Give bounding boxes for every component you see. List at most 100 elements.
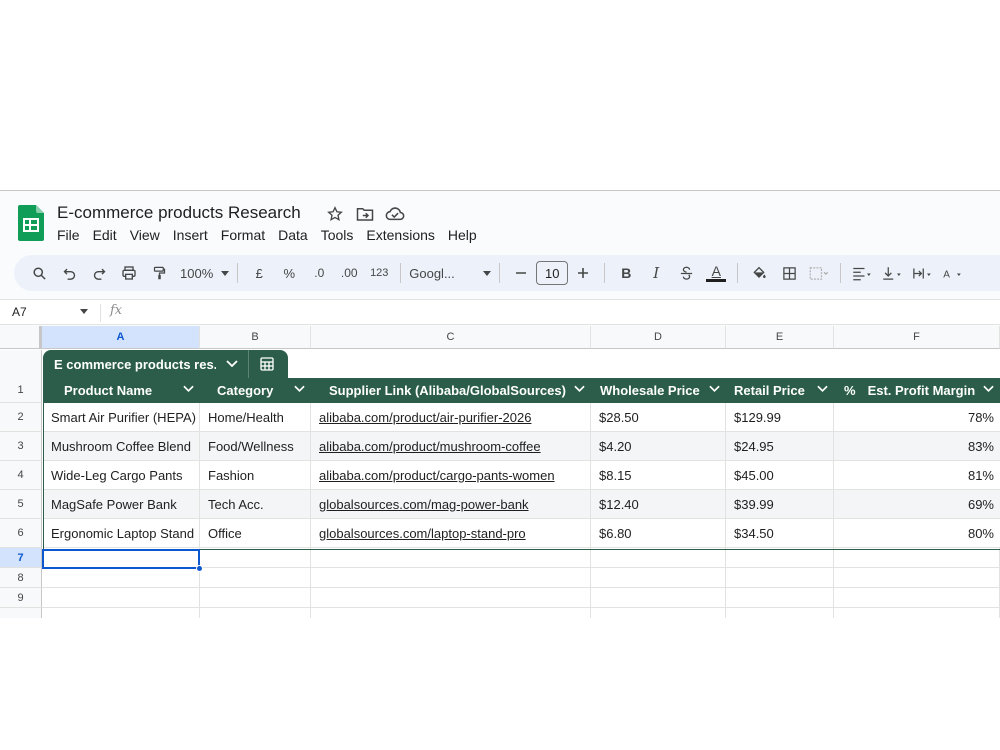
column-header-d[interactable]: D — [591, 326, 726, 349]
currency-format-button[interactable]: £ — [246, 259, 272, 287]
name-box[interactable]: A7 — [12, 305, 27, 319]
cell-product-name[interactable]: Smart Air Purifier (HEPA) — [43, 403, 200, 432]
formula-input[interactable] — [140, 305, 980, 321]
font-size-input[interactable]: 10 — [536, 261, 569, 285]
chevron-down-icon[interactable] — [226, 360, 238, 368]
cell-profit-margin[interactable]: 69% — [834, 490, 1000, 519]
cell-supplier-link[interactable]: globalsources.com/mag-power-bank — [311, 490, 591, 519]
menu-extensions[interactable]: Extensions — [366, 227, 441, 243]
row-header-9[interactable]: 9 — [0, 588, 42, 608]
row-header-5[interactable]: 5 — [0, 490, 42, 519]
row-header-6[interactable]: 6 — [0, 519, 42, 548]
empty-cell[interactable] — [834, 548, 1000, 568]
increase-decimal-button[interactable]: .00 — [336, 259, 362, 287]
fill-color-icon[interactable] — [746, 259, 772, 287]
text-wrapping-icon[interactable] — [909, 259, 935, 287]
empty-cell[interactable] — [726, 588, 834, 608]
cell-supplier-link[interactable]: alibaba.com/product/cargo-pants-women — [311, 461, 591, 490]
chevron-down-icon[interactable] — [574, 385, 585, 393]
search-menus-icon[interactable] — [26, 259, 52, 287]
select-all-corner[interactable] — [0, 326, 42, 349]
cell-product-name[interactable]: Mushroom Coffee Blend — [43, 432, 200, 461]
cell-profit-margin[interactable]: 80% — [834, 519, 1000, 548]
cell-product-name[interactable]: MagSafe Power Bank — [43, 490, 200, 519]
cell-wholesale-price[interactable]: $4.20 — [591, 432, 726, 461]
header-product-name[interactable]: Product Name — [43, 378, 200, 403]
cell-retail-price[interactable]: $39.99 — [726, 490, 834, 519]
chevron-down-icon[interactable] — [983, 385, 994, 393]
bold-button[interactable]: B — [613, 259, 639, 287]
vertical-align-icon[interactable] — [879, 259, 905, 287]
menu-file[interactable]: File — [57, 227, 87, 243]
chevron-down-icon[interactable] — [80, 309, 88, 314]
row-header-7[interactable]: 7 — [0, 548, 42, 568]
merge-cells-icon[interactable] — [806, 259, 832, 287]
row-header-3[interactable]: 3 — [0, 432, 42, 461]
cell-category[interactable]: Tech Acc. — [200, 490, 311, 519]
empty-cell[interactable] — [726, 548, 834, 568]
font-family-select[interactable]: Googl... — [409, 259, 492, 287]
header-est-profit-margin[interactable]: % Est. Profit Margin — [834, 378, 1000, 403]
empty-cell[interactable] — [834, 568, 1000, 588]
star-icon[interactable] — [325, 204, 345, 224]
empty-cell[interactable] — [726, 568, 834, 588]
cell-category[interactable]: Home/Health — [200, 403, 311, 432]
row-header-8[interactable]: 8 — [0, 568, 42, 588]
empty-cell[interactable] — [591, 548, 726, 568]
zoom-select[interactable]: 100% — [180, 259, 230, 287]
empty-cell[interactable] — [42, 588, 200, 608]
chevron-down-icon[interactable] — [817, 385, 828, 393]
cell-wholesale-price[interactable]: $8.15 — [591, 461, 726, 490]
strikethrough-icon[interactable] — [673, 259, 699, 287]
empty-cell[interactable] — [591, 588, 726, 608]
column-header-b[interactable]: B — [200, 326, 311, 349]
cell-retail-price[interactable]: $24.95 — [726, 432, 834, 461]
active-cell-selection[interactable] — [42, 549, 200, 569]
undo-icon[interactable] — [56, 259, 82, 287]
chevron-down-icon[interactable] — [709, 385, 720, 393]
fill-handle[interactable] — [196, 565, 203, 572]
empty-cell[interactable] — [311, 548, 591, 568]
move-folder-icon[interactable] — [355, 204, 375, 224]
horizontal-align-icon[interactable] — [849, 259, 875, 287]
cell-category[interactable]: Fashion — [200, 461, 311, 490]
cell-supplier-link[interactable]: alibaba.com/product/air-purifier-2026 — [311, 403, 591, 432]
empty-cell[interactable] — [200, 548, 311, 568]
cell-supplier-link[interactable]: alibaba.com/product/mushroom-coffee — [311, 432, 591, 461]
cell-product-name[interactable]: Wide-Leg Cargo Pants — [43, 461, 200, 490]
menu-view[interactable]: View — [130, 227, 167, 243]
column-header-a[interactable]: A — [42, 326, 200, 349]
empty-cell[interactable] — [200, 568, 311, 588]
decrease-font-size-icon[interactable] — [508, 259, 534, 287]
menu-data[interactable]: Data — [278, 227, 315, 243]
document-title[interactable]: E-commerce products Research — [57, 203, 301, 223]
menu-edit[interactable]: Edit — [93, 227, 124, 243]
cell-category[interactable]: Food/Wellness — [200, 432, 311, 461]
chevron-down-icon[interactable] — [183, 385, 194, 393]
chevron-down-icon[interactable] — [294, 385, 305, 393]
empty-cell[interactable] — [42, 568, 200, 588]
column-header-f[interactable]: F — [834, 326, 1000, 349]
empty-cell[interactable] — [200, 588, 311, 608]
column-header-c[interactable]: C — [311, 326, 591, 349]
header-wholesale-price[interactable]: Wholesale Price — [591, 378, 726, 403]
percent-format-button[interactable]: % — [276, 259, 302, 287]
redo-icon[interactable] — [86, 259, 112, 287]
print-icon[interactable] — [116, 259, 142, 287]
paint-format-icon[interactable] — [146, 259, 172, 287]
row-header-2[interactable]: 2 — [0, 403, 42, 432]
cell-supplier-link[interactable]: globalsources.com/laptop-stand-pro — [311, 519, 591, 548]
cell-wholesale-price[interactable]: $28.50 — [591, 403, 726, 432]
header-supplier-link[interactable]: Supplier Link (Alibaba/GlobalSources) — [311, 378, 591, 403]
italic-button[interactable]: I — [643, 259, 669, 287]
row-header-4[interactable]: 4 — [0, 461, 42, 490]
cell-category[interactable]: Office — [200, 519, 311, 548]
cell-retail-price[interactable]: $129.99 — [726, 403, 834, 432]
cloud-saved-icon[interactable] — [385, 204, 405, 224]
cell-profit-margin[interactable]: 81% — [834, 461, 1000, 490]
increase-font-size-icon[interactable] — [570, 259, 596, 287]
empty-cell[interactable] — [311, 568, 591, 588]
cell-wholesale-price[interactable]: $6.80 — [591, 519, 726, 548]
menu-insert[interactable]: Insert — [173, 227, 215, 243]
text-color-button[interactable]: A — [703, 259, 729, 287]
